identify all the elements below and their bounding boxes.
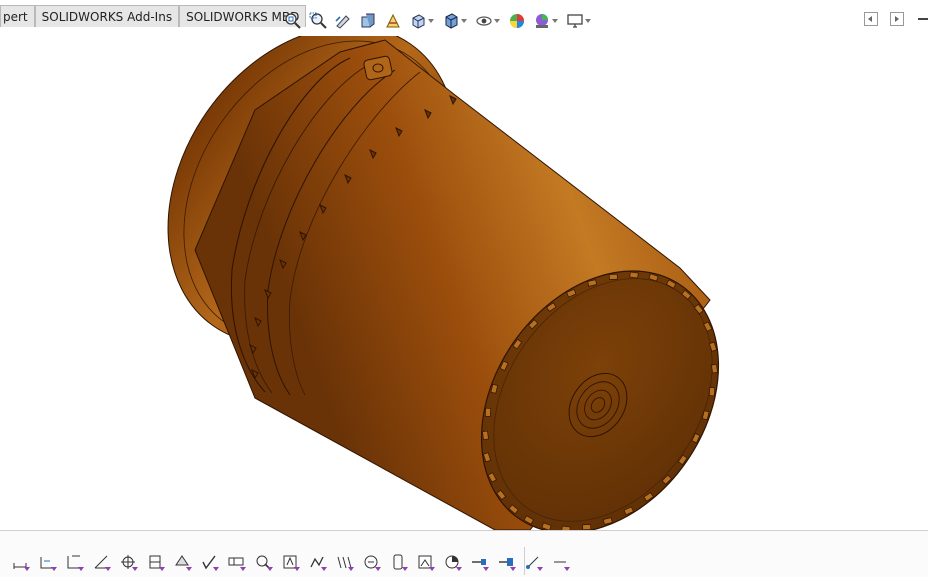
heads-up-view-toolbar bbox=[282, 8, 594, 34]
hole-callout-icon[interactable] bbox=[251, 551, 274, 573]
rim-tooth bbox=[711, 364, 718, 374]
toolbar-separator bbox=[524, 547, 525, 575]
datum-target-icon[interactable] bbox=[143, 551, 166, 573]
window-controls bbox=[864, 12, 928, 26]
section-view-icon[interactable] bbox=[357, 10, 379, 32]
rim-tooth bbox=[582, 524, 592, 530]
weld-bead-icon[interactable] bbox=[386, 551, 409, 573]
previous-view-icon[interactable] bbox=[332, 10, 354, 32]
bucket-model bbox=[167, 36, 720, 530]
rim-tooth bbox=[484, 407, 492, 417]
note-icon[interactable] bbox=[278, 551, 301, 573]
apply-scene-icon[interactable] bbox=[531, 10, 558, 32]
surface-finish-icon[interactable] bbox=[197, 551, 220, 573]
area-hatch-icon[interactable] bbox=[467, 551, 490, 573]
angle-dimension-icon[interactable] bbox=[89, 551, 112, 573]
weld-symbol-icon[interactable] bbox=[224, 551, 247, 573]
ordinate-dimension-icon[interactable] bbox=[62, 551, 85, 573]
collapse-right-icon[interactable] bbox=[890, 12, 904, 26]
spring-icon[interactable] bbox=[332, 551, 355, 573]
display-style-icon[interactable] bbox=[440, 10, 467, 32]
zoom-to-area-icon[interactable] bbox=[307, 10, 329, 32]
hide-show-items-icon[interactable] bbox=[473, 10, 500, 32]
dynamic-annotation-icon[interactable] bbox=[382, 10, 404, 32]
zoom-to-fit-icon[interactable] bbox=[282, 10, 304, 32]
collapse-left-icon[interactable] bbox=[864, 12, 878, 26]
block-icon[interactable] bbox=[440, 551, 463, 573]
smart-dimension-icon[interactable] bbox=[8, 551, 31, 573]
rim-tooth bbox=[482, 430, 489, 440]
tab-expert[interactable]: pert bbox=[0, 5, 35, 27]
graphics-area[interactable] bbox=[0, 36, 928, 530]
command-manager-tabs: pert SOLIDWORKS Add-Ins SOLIDWORKS MBD bbox=[0, 5, 307, 29]
rim-tooth bbox=[708, 387, 716, 397]
datum-feature-icon[interactable] bbox=[116, 551, 139, 573]
tab-solidworks-add-ins[interactable]: SOLIDWORKS Add-Ins bbox=[34, 5, 180, 27]
view-orientation-icon[interactable] bbox=[407, 10, 434, 32]
balloon-icon[interactable] bbox=[305, 551, 328, 573]
geometric-tolerance-icon[interactable] bbox=[170, 551, 193, 573]
view-settings-icon[interactable] bbox=[564, 10, 591, 32]
mbd-dimension-toolbar bbox=[0, 530, 928, 577]
rim-tooth bbox=[629, 271, 639, 279]
dimension-chain-icon[interactable] bbox=[35, 551, 58, 573]
minimize-icon[interactable] bbox=[918, 18, 928, 20]
link-icon[interactable] bbox=[548, 551, 571, 573]
edit-appearance-icon[interactable] bbox=[506, 10, 528, 32]
rim-tooth bbox=[608, 273, 618, 280]
annotation-view-icon[interactable] bbox=[494, 551, 517, 573]
cosmetic-thread-icon[interactable] bbox=[359, 551, 382, 573]
center-mark-icon[interactable] bbox=[413, 551, 436, 573]
